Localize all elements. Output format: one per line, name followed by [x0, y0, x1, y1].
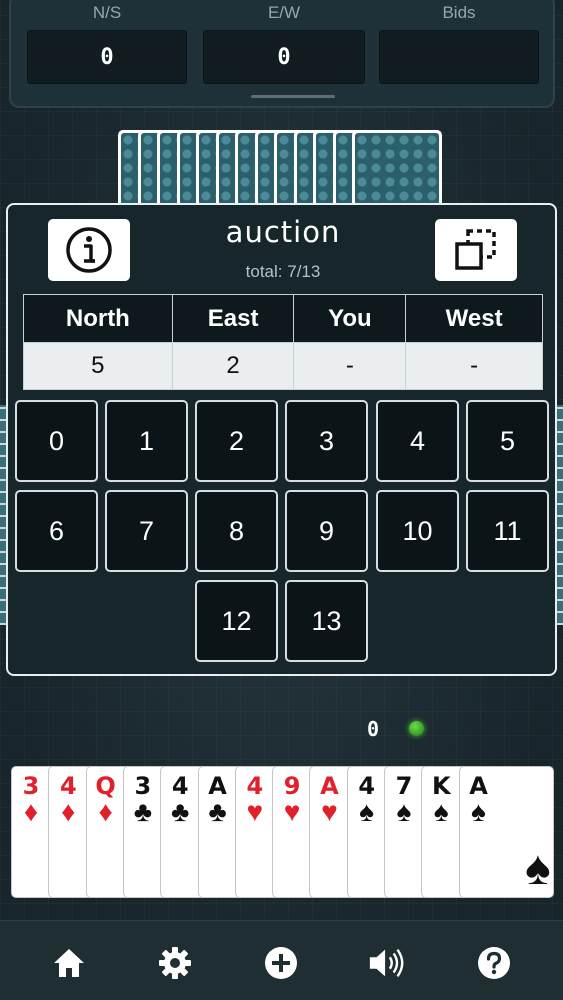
score-ns-label: N/S	[92, 3, 122, 22]
card-center-suit: ♠	[525, 842, 551, 895]
gear-icon	[159, 947, 191, 979]
card-rank: A	[208, 772, 227, 800]
auction-title: auction	[225, 215, 341, 249]
bid-button-2[interactable]: 2	[195, 400, 278, 482]
bid-button-5[interactable]: 5	[466, 400, 549, 482]
col-west: West	[405, 294, 543, 343]
col-you: You	[293, 294, 407, 343]
card-suit: ♦	[98, 796, 113, 827]
sound-button[interactable]	[367, 943, 407, 983]
bid-button-12[interactable]: 12	[195, 580, 278, 662]
bid-button-9[interactable]: 9	[285, 490, 368, 572]
card-suit: ♠	[471, 796, 487, 827]
card-rank: 7	[395, 772, 413, 800]
card-back	[352, 130, 442, 208]
home-button[interactable]	[49, 943, 89, 983]
card-rank: 3	[22, 772, 40, 800]
drag-handle[interactable]	[251, 95, 335, 98]
settings-button[interactable]	[155, 943, 195, 983]
bid-button-0[interactable]: 0	[15, 400, 98, 482]
card-rank: Q	[95, 772, 116, 800]
card-suit: ♥	[246, 796, 264, 827]
plus-circle-icon	[265, 947, 297, 979]
score-ns-value: 0	[27, 30, 187, 84]
card-suit: ♥	[321, 796, 338, 827]
card-suit: ♣	[133, 796, 153, 827]
scoreboard: N/S 0 E/W 0 Bids	[9, 0, 555, 108]
bottom-nav	[0, 920, 563, 1000]
card-suit: ♠	[359, 796, 375, 827]
bid-button-8[interactable]: 8	[195, 490, 278, 572]
info-icon	[66, 227, 112, 273]
card-rank: A	[320, 772, 339, 800]
home-icon	[54, 949, 84, 977]
info-button[interactable]	[48, 219, 130, 281]
north-hand	[118, 130, 446, 208]
card-rank: 4	[246, 772, 264, 800]
bid-north: 5	[23, 342, 173, 390]
new-game-button[interactable]	[261, 943, 301, 983]
auction-dialog: auction total: 7/13 North East You West …	[6, 203, 557, 676]
card-rank: 9	[283, 772, 301, 800]
bid-east: 2	[171, 342, 295, 390]
card-rank: 3	[134, 772, 152, 800]
card-rank: A	[469, 772, 488, 800]
bid-button-11[interactable]: 11	[466, 490, 549, 572]
card-rank: 4	[59, 772, 77, 800]
speaker-icon	[369, 948, 404, 978]
col-north: North	[23, 294, 173, 343]
minimize-icon	[455, 229, 496, 270]
card-suit: ♦	[23, 796, 39, 827]
player-hand: 3 ♦ 4 ♦ Q ♦ 3 ♣ 4 ♣ A ♣ 4 ♥ 9 ♥ A ♥ 4 ♠ 7 ♠ K ♠ A ♠ ♠	[11, 766, 554, 898]
score-ew: E/W 0	[203, 2, 365, 84]
card-rank: 4	[171, 772, 189, 800]
score-bids-label: Bids	[442, 3, 476, 22]
score-bids: Bids	[379, 2, 539, 84]
minimize-button[interactable]	[435, 219, 517, 281]
tricks-count: 0	[367, 717, 380, 741]
help-icon	[478, 947, 510, 979]
card-rank: K	[431, 772, 451, 800]
bid-button-10[interactable]: 10	[376, 490, 459, 572]
turn-indicator	[409, 721, 424, 736]
card-suit: ♥	[283, 796, 301, 827]
card-suit: ♣	[208, 796, 227, 827]
bids-table: North East You West 5 2 - -	[23, 294, 543, 390]
col-east: East	[171, 294, 295, 343]
bid-button-6[interactable]: 6	[15, 490, 98, 572]
score-ns: N/S 0	[27, 2, 187, 84]
bid-you: -	[293, 342, 407, 390]
bid-button-1[interactable]: 1	[105, 400, 188, 482]
auction-total: total: 7/13	[245, 262, 321, 281]
score-bids-value	[379, 30, 539, 84]
card-rank: 4	[358, 772, 376, 800]
table-row: 5 2 - -	[23, 342, 543, 390]
card-suit: ♠	[433, 796, 449, 827]
score-ew-label: E/W	[267, 3, 301, 22]
card-suit: ♦	[61, 796, 76, 827]
bid-button-7[interactable]: 7	[105, 490, 188, 572]
score-ew-value: 0	[203, 30, 365, 84]
bid-button-4[interactable]: 4	[376, 400, 459, 482]
help-button[interactable]	[474, 943, 514, 983]
card-suit: ♣	[171, 796, 190, 827]
bid-button-13[interactable]: 13	[285, 580, 368, 662]
card-suit: ♠	[396, 796, 412, 827]
bid-west: -	[405, 342, 543, 390]
playing-card[interactable]: A ♠ ♠	[458, 766, 554, 898]
bid-button-3[interactable]: 3	[285, 400, 368, 482]
